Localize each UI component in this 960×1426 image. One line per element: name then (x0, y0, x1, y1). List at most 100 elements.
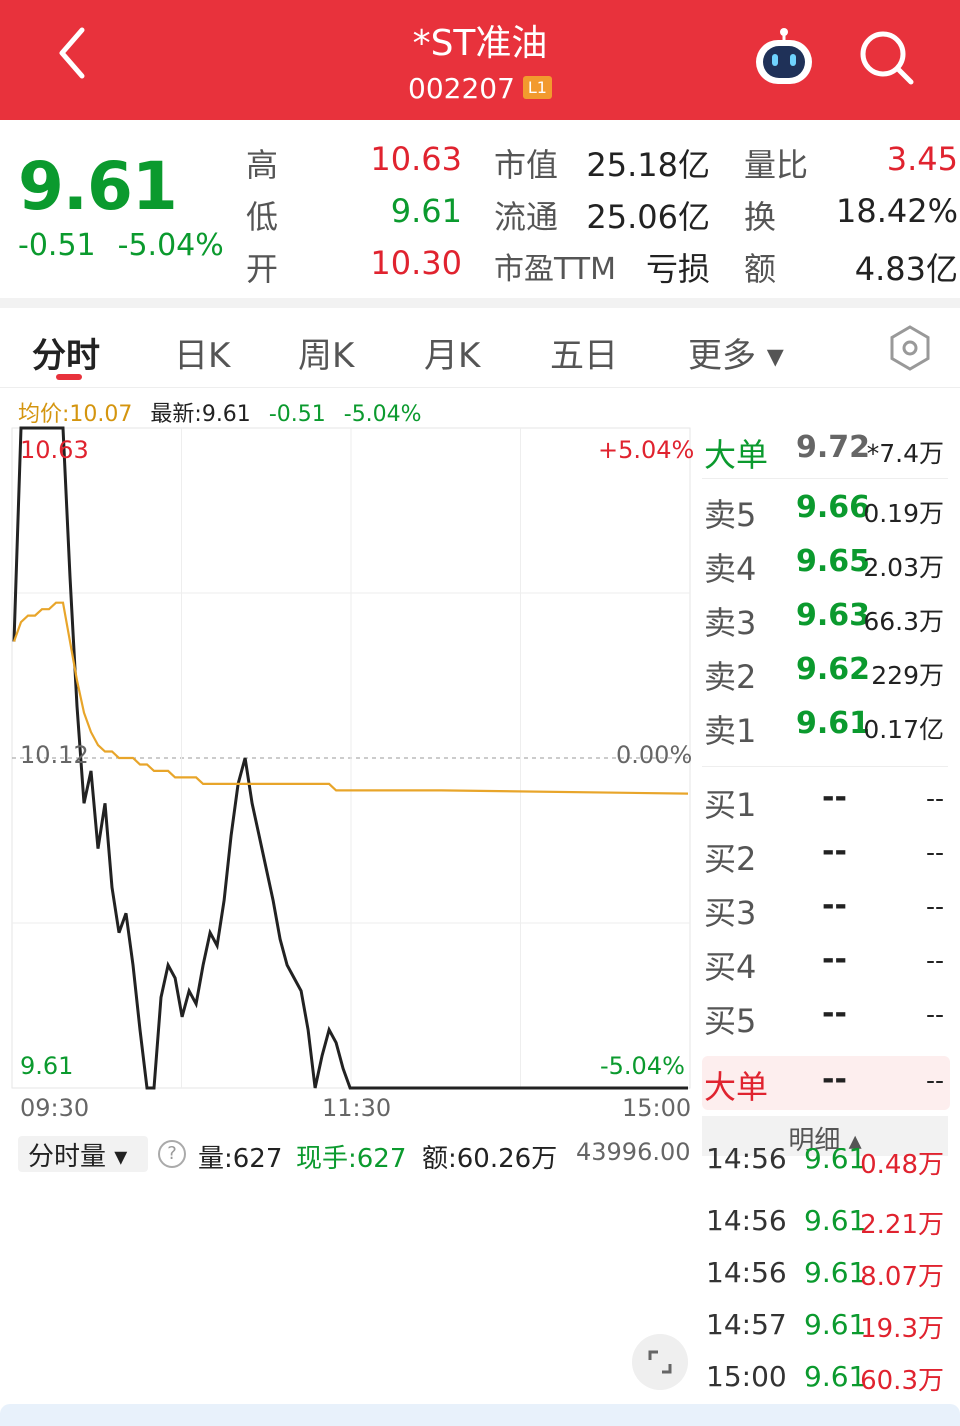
big-order-bottom-price: -- (822, 1062, 847, 1097)
mktcap-value: 25.18亿 (586, 146, 710, 184)
amount-label: 额 (744, 250, 777, 288)
bid-price: -- (822, 888, 847, 923)
trade-volume: 60.3万 (860, 1366, 944, 1396)
amount-value: 4.83亿 (854, 250, 958, 288)
ask-price: 9.66 (796, 490, 871, 525)
trade-time: 15:00 (706, 1360, 787, 1393)
bid-volume: -- (925, 838, 944, 867)
ask-row-4[interactable]: 卖4 9.65 2.03万 (702, 538, 950, 592)
big-order-label: 大单 (704, 436, 769, 474)
bid-volume: -- (925, 892, 944, 921)
tab-monthly-k[interactable]: 月K (424, 328, 480, 377)
trade-row: 14:56 9.61 0.48万 (702, 1148, 948, 1184)
bid-volume: -- (925, 946, 944, 975)
high-value: 10.63 (370, 140, 462, 178)
ask-row-5[interactable]: 卖5 9.66 0.19万 (702, 484, 950, 538)
tab-daily-k[interactable]: 日K (174, 328, 230, 377)
trade-volume: 8.07万 (860, 1262, 944, 1292)
tab-intraday[interactable]: 分时 (32, 328, 100, 377)
bid-price: -- (822, 996, 847, 1031)
chart-min-pct: -5.04% (600, 1052, 685, 1080)
trade-price: 9.61 (804, 1256, 867, 1289)
trade-volume: 19.3万 (860, 1314, 944, 1344)
ask-volume: 0.17亿 (863, 715, 944, 744)
mktcap-label: 市值 (494, 146, 559, 184)
big-order-bottom-volume: -- (925, 1066, 944, 1095)
bid-row-4[interactable]: 买4 -- -- (702, 936, 950, 990)
big-order-bottom-label: 大单 (704, 1068, 769, 1106)
time-label-open: 09:30 (20, 1094, 90, 1122)
fullscreen-icon[interactable] (632, 1334, 688, 1390)
bid-row-2[interactable]: 买2 -- -- (702, 828, 950, 882)
chart-max-price: 10.63 (20, 436, 89, 464)
float-label: 流通 (494, 198, 559, 236)
orderbook-big-order[interactable]: 大单 9.72 *7.4万 (702, 424, 950, 478)
high-label: 高 (246, 146, 279, 184)
trade-row: 14:56 9.61 8.07万 (702, 1248, 948, 1300)
chart-min-price: 9.61 (20, 1052, 74, 1080)
app-header: *ST准油 002207 L1 (0, 0, 960, 120)
ask-label: 卖1 (704, 712, 757, 750)
trade-price: 9.61 (804, 1204, 867, 1237)
big-order-price: 9.72 (796, 430, 871, 465)
chart-grid (11, 427, 691, 1089)
volume-type-select[interactable]: 分时量 ▾ (18, 1136, 148, 1172)
ask-row-2[interactable]: 卖2 9.62 229万 (702, 646, 950, 700)
tab-weekly-k[interactable]: 周K (298, 328, 354, 377)
price-change: -0.51 -5.04% (18, 228, 224, 263)
stock-code: 002207 (408, 72, 515, 105)
quote-panel: 9.61 -0.51 -5.04% 高 10.63 低 9.61 开 10.30 … (0, 120, 960, 298)
trade-price: 9.61 (804, 1360, 867, 1393)
ask-row-3[interactable]: 卖3 9.63 66.3万 (702, 592, 950, 646)
chart-prev-close: 10.12 (20, 741, 89, 769)
big-order-bottom[interactable]: 大单 -- -- (702, 1056, 950, 1110)
bid-price: -- (822, 942, 847, 977)
ask-price: 9.61 (796, 706, 871, 741)
trade-time: 14:57 (706, 1308, 787, 1341)
volume-amount: 量:627 (198, 1144, 283, 1174)
trade-time: 14:56 (706, 1256, 787, 1289)
robot-icon[interactable] (750, 24, 818, 92)
ask-price: 9.65 (796, 544, 871, 579)
bid-row-5[interactable]: 买5 -- -- (702, 990, 950, 1044)
question-icon[interactable]: ? (158, 1140, 186, 1168)
bid-label: 买2 (704, 840, 757, 878)
turnover-value: 18.42% (835, 192, 958, 230)
time-label-noon: 11:30 (322, 1094, 392, 1122)
bid-price: -- (822, 780, 847, 815)
ask-volume: 0.19万 (863, 499, 944, 528)
turnover-label: 换 (744, 198, 777, 236)
change-value: -0.51 (18, 228, 96, 263)
trade-time: 14:56 (706, 1148, 787, 1175)
volume-max-label: 43996.00 (576, 1138, 691, 1166)
active-tab-indicator (56, 374, 82, 380)
volratio-label: 量比 (744, 146, 809, 184)
trade-time: 14:56 (706, 1204, 787, 1237)
ask-label: 卖2 (704, 658, 757, 696)
bid-label: 买4 (704, 948, 757, 986)
divider (702, 478, 948, 479)
ask-volume: 66.3万 (863, 607, 944, 636)
bid-row-1[interactable]: 买1 -- -- (702, 774, 950, 828)
intraday-chart[interactable] (0, 420, 700, 1120)
trade-price: 9.61 (804, 1308, 867, 1341)
bid-volume: -- (925, 1000, 944, 1029)
hexagon-settings-icon[interactable] (886, 324, 934, 372)
current-hand: 现手:627 (296, 1144, 407, 1174)
ask-volume: 2.03万 (863, 553, 944, 582)
bid-volume: -- (925, 784, 944, 813)
chart-max-pct: +5.04% (598, 436, 695, 464)
ask-row-1[interactable]: 卖1 9.61 0.17亿 (702, 700, 950, 754)
chart-mid-pct: 0.00% (616, 741, 693, 769)
tab-more[interactable]: 更多 ▾ (688, 328, 784, 377)
trade-volume: 0.48万 (860, 1150, 944, 1180)
bid-label: 买3 (704, 894, 757, 932)
ask-label: 卖3 (704, 604, 757, 642)
ask-label: 卖5 (704, 496, 757, 534)
trade-row: 14:57 9.61 19.3万 (702, 1300, 948, 1352)
bid-row-3[interactable]: 买3 -- -- (702, 882, 950, 936)
search-icon[interactable] (855, 26, 919, 90)
float-value: 25.06亿 (586, 198, 710, 236)
volume-turnover: 额:60.26万 (422, 1144, 558, 1174)
tab-five-day[interactable]: 五日 (550, 328, 618, 377)
